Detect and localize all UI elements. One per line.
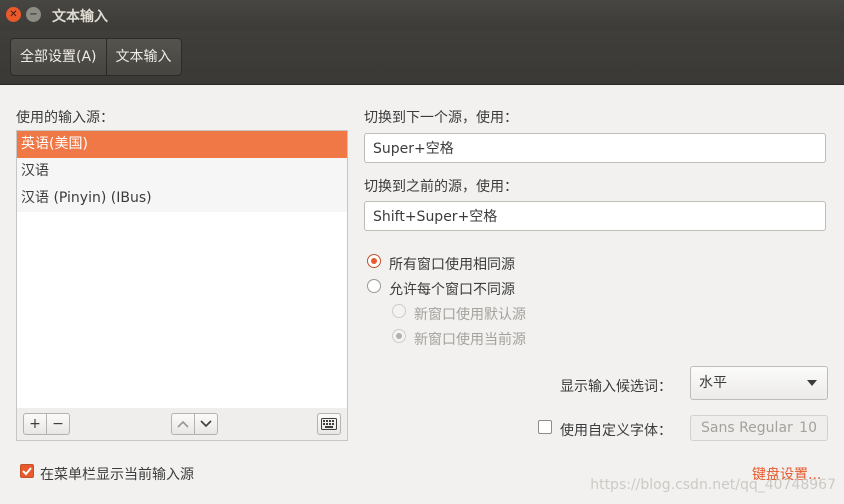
candidates-label: 显示输入候选词： bbox=[560, 379, 672, 395]
dropdown-arrow-icon bbox=[807, 380, 817, 386]
font-name: Sans Regular bbox=[701, 420, 793, 436]
list-item[interactable]: 汉语 (Pinyin) (IBus) bbox=[17, 185, 347, 212]
prev-source-shortcut[interactable]: Shift+Super+空格 bbox=[364, 201, 826, 231]
chevron-up-icon bbox=[177, 420, 189, 428]
candidates-combo[interactable]: 水平 bbox=[690, 366, 828, 400]
checkmark-icon bbox=[22, 467, 32, 476]
minimize-icon[interactable]: − bbox=[26, 7, 41, 22]
next-source-label: 切换到下一个源，使用： bbox=[364, 110, 518, 126]
new-window-current-label: 新窗口使用当前源 bbox=[414, 332, 526, 348]
window-title: 文本输入 bbox=[52, 9, 108, 25]
same-source-radio[interactable] bbox=[367, 254, 381, 268]
move-down-button[interactable] bbox=[194, 413, 218, 435]
font-chooser-button[interactable]: Sans Regular 10 bbox=[690, 415, 828, 441]
add-source-button[interactable]: + bbox=[23, 413, 47, 435]
chevron-down-icon bbox=[200, 420, 212, 428]
custom-font-label: 使用自定义字体： bbox=[560, 423, 672, 439]
candidates-value: 水平 bbox=[699, 375, 727, 391]
move-up-button[interactable] bbox=[171, 413, 195, 435]
keyboard-layout-button[interactable] bbox=[317, 413, 341, 435]
title-bar: ✕ − 文本输入 bbox=[0, 0, 844, 30]
same-source-label: 所有窗口使用相同源 bbox=[389, 257, 515, 273]
per-window-label: 允许每个窗口不同源 bbox=[389, 282, 515, 298]
custom-font-checkbox[interactable] bbox=[538, 420, 552, 434]
font-size: 10 bbox=[799, 420, 817, 436]
list-item[interactable]: 汉语 bbox=[17, 158, 347, 185]
show-indicator-label: 在菜单栏显示当前输入源 bbox=[40, 467, 194, 483]
next-source-shortcut[interactable]: Super+空格 bbox=[364, 133, 826, 163]
breadcrumb: 全部设置(A) 文本输入 bbox=[10, 38, 182, 76]
per-window-radio[interactable] bbox=[367, 279, 381, 293]
prev-source-label: 切换到之前的源，使用： bbox=[364, 179, 518, 195]
breadcrumb-text-entry[interactable]: 文本输入 bbox=[105, 39, 181, 75]
input-sources-toolbar: + − bbox=[16, 408, 348, 441]
keyboard-icon bbox=[321, 418, 337, 430]
new-window-default-radio[interactable] bbox=[392, 304, 406, 318]
header-toolbar: 全部设置(A) 文本输入 bbox=[0, 30, 844, 85]
breadcrumb-all-settings[interactable]: 全部设置(A) bbox=[11, 39, 106, 75]
show-indicator-checkbox[interactable] bbox=[20, 464, 34, 478]
close-icon[interactable]: ✕ bbox=[6, 7, 21, 22]
new-window-current-radio[interactable] bbox=[392, 329, 406, 343]
input-sources-list: 英语(美国) 汉语 汉语 (Pinyin) (IBus) bbox=[16, 130, 348, 409]
watermark: https://blog.csdn.net/qq_40748967 bbox=[590, 477, 836, 493]
new-window-default-label: 新窗口使用默认源 bbox=[414, 307, 526, 323]
list-item[interactable]: 英语(美国) bbox=[17, 131, 347, 158]
input-sources-label: 使用的输入源： bbox=[16, 110, 114, 126]
remove-source-button[interactable]: − bbox=[46, 413, 70, 435]
